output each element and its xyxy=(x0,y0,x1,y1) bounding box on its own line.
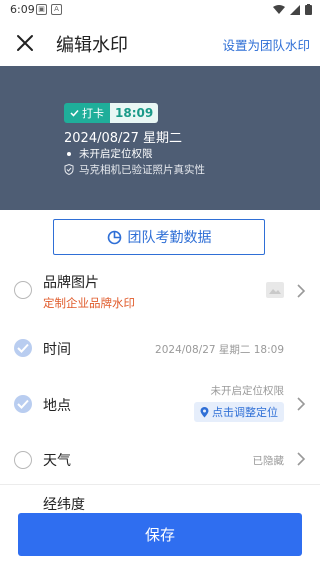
chevron-right-icon[interactable] xyxy=(296,452,306,466)
pie-chart-icon xyxy=(107,230,121,244)
wifi-icon xyxy=(273,4,285,14)
page-title: 编辑水印 xyxy=(56,35,128,56)
chevron-right-icon[interactable] xyxy=(296,397,306,411)
location-pin-icon xyxy=(200,406,209,417)
row-label: 经纬度 xyxy=(43,497,85,513)
image-placeholder-icon xyxy=(266,282,284,298)
list-item-weather[interactable]: 天气 已隐藏 xyxy=(0,435,320,485)
row-label: 地点 xyxy=(43,398,71,414)
notification-icon-2: A xyxy=(51,4,62,15)
battery-icon xyxy=(305,4,312,15)
status-time: 6:09 xyxy=(10,3,35,16)
watermark-preview: 打卡 18:09 2024/08/27 星期二 未开启定位权限 马克相机已验证照… xyxy=(0,66,320,210)
row-value: 2024/08/27 星期二 18:09 xyxy=(155,344,284,356)
team-attendance-button[interactable]: 团队考勤数据 xyxy=(53,219,265,255)
punch-tag: 打卡 18:09 xyxy=(64,103,159,123)
list-item-brand-image[interactable]: 品牌图片 定制企业品牌水印 xyxy=(0,270,320,323)
brand-image-checkbox[interactable] xyxy=(14,281,32,299)
row-sublabel: 定制企业品牌水印 xyxy=(43,296,135,310)
list-item-time[interactable]: 时间 2024/08/27 星期二 18:09 xyxy=(0,322,320,375)
close-icon xyxy=(17,35,33,51)
close-button[interactable] xyxy=(10,28,40,58)
signal-icon xyxy=(290,4,300,15)
punch-time: 18:09 xyxy=(110,103,159,123)
save-button[interactable]: 保存 xyxy=(18,513,302,556)
chevron-right-icon[interactable] xyxy=(296,284,306,298)
notification-icon: ▣ xyxy=(36,4,47,15)
watermark-location: 未开启定位权限 xyxy=(66,146,153,161)
row-label: 天气 xyxy=(43,453,71,469)
location-checkbox[interactable] xyxy=(14,395,32,413)
top-bar: 编辑水印 设置为团队水印 xyxy=(0,20,320,66)
row-value: 未开启定位权限 xyxy=(210,385,285,397)
punch-label: 打卡 xyxy=(82,107,104,120)
weather-checkbox[interactable] xyxy=(14,451,32,469)
time-checkbox[interactable] xyxy=(14,339,32,357)
watermark-date: 2024/08/27 星期二 xyxy=(64,131,183,146)
check-icon xyxy=(17,399,29,409)
set-team-watermark-link[interactable]: 设置为团队水印 xyxy=(222,35,310,54)
team-attendance-label: 团队考勤数据 xyxy=(127,230,212,246)
list-item-coordinates[interactable]: 经纬度 xyxy=(0,484,320,514)
check-icon xyxy=(70,109,79,117)
row-label: 品牌图片 xyxy=(43,275,99,291)
status-bar: 6:09 ▣ A xyxy=(0,0,320,20)
row-value: 已隐藏 xyxy=(252,455,285,467)
watermark-verify: 马克相机已验证照片真实性 xyxy=(64,162,205,177)
adjust-location-button[interactable]: 点击调整定位 xyxy=(194,402,284,422)
row-label: 时间 xyxy=(43,342,71,358)
check-icon xyxy=(17,343,29,353)
shield-icon xyxy=(64,164,74,175)
list-item-location[interactable]: 地点 未开启定位权限 点击调整定位 xyxy=(0,374,320,436)
bullet-icon xyxy=(67,151,71,156)
